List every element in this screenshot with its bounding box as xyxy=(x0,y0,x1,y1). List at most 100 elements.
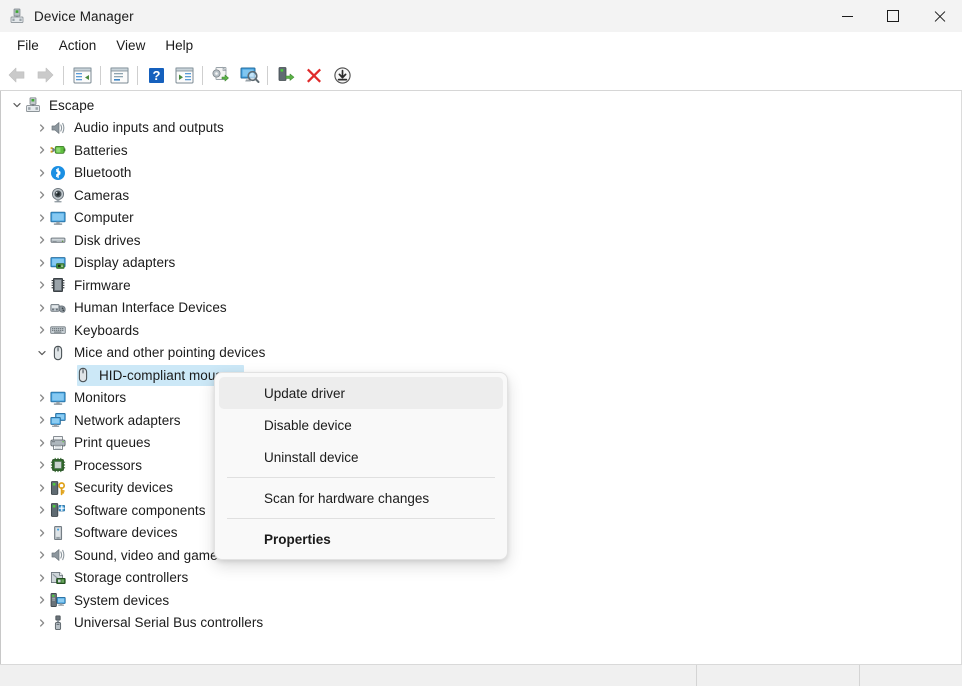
enable-device-icon[interactable] xyxy=(272,62,300,88)
tree-item-label: Software devices xyxy=(74,525,178,540)
monitor-icon xyxy=(50,390,66,406)
chevron-right-icon[interactable] xyxy=(34,525,50,541)
chevron-right-icon[interactable] xyxy=(34,322,50,338)
mouse-icon xyxy=(75,367,91,383)
help-icon[interactable]: ? xyxy=(142,62,170,88)
context-menu[interactable]: Update driverDisable deviceUninstall dev… xyxy=(214,372,508,560)
mouse-icon xyxy=(50,345,66,361)
chevron-down-icon[interactable] xyxy=(34,345,50,361)
tree-item-bluetooth[interactable]: Bluetooth xyxy=(1,162,961,185)
back-arrow-icon[interactable] xyxy=(3,62,31,88)
tree-item-universal-serial-bus-controllers[interactable]: Universal Serial Bus controllers xyxy=(1,612,961,635)
forward-arrow-icon[interactable] xyxy=(31,62,59,88)
menu-separator xyxy=(227,518,495,519)
context-menu-item-uninstall-device[interactable]: Uninstall device xyxy=(219,441,503,473)
tree-spacer xyxy=(59,367,75,383)
scan-for-hardware-changes-icon[interactable] xyxy=(207,62,235,88)
tree-item-storage-controllers[interactable]: Storage controllers xyxy=(1,567,961,590)
chevron-right-icon[interactable] xyxy=(34,232,50,248)
maximize-button[interactable] xyxy=(870,0,916,32)
chevron-right-icon[interactable] xyxy=(34,390,50,406)
tree-item-mice-and-other-pointing-devices[interactable]: Mice and other pointing devices xyxy=(1,342,961,365)
download-icon[interactable] xyxy=(328,62,356,88)
tree-item-audio-inputs-and-outputs[interactable]: Audio inputs and outputs xyxy=(1,117,961,140)
tree-item-label: Mice and other pointing devices xyxy=(74,345,265,360)
keyboard-icon xyxy=(50,322,66,338)
uninstall-device-icon[interactable] xyxy=(300,62,328,88)
chevron-right-icon[interactable] xyxy=(34,187,50,203)
chevron-right-icon[interactable] xyxy=(34,457,50,473)
tree-item-cameras[interactable]: Cameras xyxy=(1,184,961,207)
window-title: Device Manager xyxy=(34,9,134,24)
chevron-right-icon[interactable] xyxy=(34,502,50,518)
chevron-right-icon[interactable] xyxy=(34,480,50,496)
chevron-right-icon[interactable] xyxy=(34,592,50,608)
context-menu-item-update-driver[interactable]: Update driver xyxy=(219,377,503,409)
display-adapter-icon xyxy=(50,255,66,271)
maximize-icon xyxy=(887,10,899,22)
chevron-right-icon[interactable] xyxy=(34,570,50,586)
tree-item-batteries[interactable]: Batteries xyxy=(1,139,961,162)
status-bar xyxy=(0,664,962,686)
context-menu-item-properties[interactable]: Properties xyxy=(219,523,503,555)
toolbar-separator xyxy=(137,66,138,85)
tree-item-label: Print queues xyxy=(74,435,150,450)
menu-help[interactable]: Help xyxy=(155,35,203,57)
bluetooth-icon xyxy=(50,165,66,181)
toolbar-separator xyxy=(267,66,268,85)
context-menu-item-scan-for-hardware-changes[interactable]: Scan for hardware changes xyxy=(219,482,503,514)
toolbar-separator xyxy=(63,66,64,85)
menu-file[interactable]: File xyxy=(7,35,49,57)
tree-item-system-devices[interactable]: System devices xyxy=(1,589,961,612)
chevron-right-icon[interactable] xyxy=(34,165,50,181)
menu-bar: File Action View Help xyxy=(0,32,962,60)
tree-item-label: Audio inputs and outputs xyxy=(74,120,224,135)
gamepad-icon xyxy=(50,300,66,316)
show-devices-icon[interactable] xyxy=(235,62,263,88)
disk-drive-icon xyxy=(50,232,66,248)
tree-item-label: Display adapters xyxy=(74,255,175,270)
chevron-right-icon[interactable] xyxy=(34,435,50,451)
software-component-icon xyxy=(50,502,66,518)
chevron-right-icon[interactable] xyxy=(34,412,50,428)
chevron-right-icon[interactable] xyxy=(34,277,50,293)
toolbar-separator xyxy=(202,66,203,85)
tree-item-label: Storage controllers xyxy=(74,570,188,585)
tree-item-label: Escape xyxy=(49,98,94,113)
tree-item-display-adapters[interactable]: Display adapters xyxy=(1,252,961,275)
tree-item-firmware[interactable]: Firmware xyxy=(1,274,961,297)
minimize-button[interactable] xyxy=(824,0,870,32)
chevron-right-icon[interactable] xyxy=(34,615,50,631)
menu-view[interactable]: View xyxy=(106,35,155,57)
menu-action[interactable]: Action xyxy=(49,35,107,57)
show-hide-console-tree-icon[interactable] xyxy=(68,62,96,88)
close-button[interactable] xyxy=(916,0,962,32)
tree-item-human-interface-devices[interactable]: Human Interface Devices xyxy=(1,297,961,320)
chevron-right-icon[interactable] xyxy=(34,300,50,316)
status-segment-end xyxy=(860,665,962,686)
tree-item-keyboards[interactable]: Keyboards xyxy=(1,319,961,342)
chevron-right-icon[interactable] xyxy=(34,120,50,136)
network-adapter-icon xyxy=(50,412,66,428)
tree-item-label: Human Interface Devices xyxy=(74,300,227,315)
chevron-right-icon[interactable] xyxy=(34,210,50,226)
tree-item-label: Security devices xyxy=(74,480,173,495)
tree-item-escape[interactable]: Escape xyxy=(1,94,961,117)
storage-controller-icon xyxy=(50,570,66,586)
chevron-right-icon[interactable] xyxy=(34,547,50,563)
chevron-down-icon[interactable] xyxy=(9,97,25,113)
speaker-icon xyxy=(50,547,66,563)
menu-separator xyxy=(227,477,495,478)
tree-item-label: System devices xyxy=(74,593,169,608)
security-device-icon xyxy=(50,480,66,496)
chevron-right-icon[interactable] xyxy=(34,255,50,271)
context-menu-item-disable-device[interactable]: Disable device xyxy=(219,409,503,441)
tree-item-disk-drives[interactable]: Disk drives xyxy=(1,229,961,252)
update-driver-icon[interactable] xyxy=(170,62,198,88)
chevron-right-icon[interactable] xyxy=(34,142,50,158)
tree-item-label: Universal Serial Bus controllers xyxy=(74,615,263,630)
tree-item-computer[interactable]: Computer xyxy=(1,207,961,230)
properties-window-icon[interactable] xyxy=(105,62,133,88)
printer-icon xyxy=(50,435,66,451)
tree-item-label: Software components xyxy=(74,503,206,518)
